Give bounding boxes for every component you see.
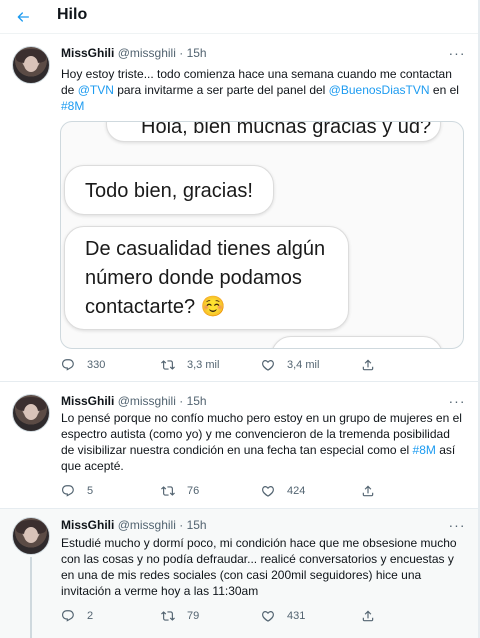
chat-bubble-message: Todo bien, gracias! [64,165,274,215]
retweet-count: 76 [187,485,200,497]
user-handle[interactable]: @missghili [118,518,176,532]
tweet-header: MissGhili @missghili · 15h [61,518,207,532]
reply-button[interactable]: 5 [61,484,93,498]
tweet-text-part: en el [429,83,459,97]
share-button[interactable] [361,484,375,498]
chat-bubble-partial [271,336,443,348]
avatar-face [24,404,38,420]
chat-bubble-text: Hola, bien muchas gracias y ud? [141,121,432,138]
share-icon [362,610,374,622]
tweet-text-part: Estudié mucho y dormí poco, mi condición… [61,536,457,598]
mention-link[interactable]: @TVN [78,83,114,97]
top-bar: Hilo [0,0,478,34]
retweet-icon [161,360,175,370]
like-button[interactable]: 3,4 mil [261,358,319,372]
reply-count: 330 [87,359,106,371]
like-count: 3,4 mil [287,359,320,371]
back-button[interactable] [12,6,34,28]
like-count: 424 [287,485,306,497]
avatar[interactable] [12,517,50,555]
hashtag-link[interactable]: #8M [413,443,436,457]
timestamp[interactable]: 15h [187,46,207,60]
page-title: Hilo [57,6,88,23]
chat-bubble-reply: Hola, bien muchas gracias y ud? [106,121,441,142]
reply-count: 5 [87,485,94,497]
retweet-count: 3,3 mil [187,359,220,371]
user-handle[interactable]: @missghili [118,394,176,408]
share-icon [362,359,374,371]
tweet-actions: 330 3,3 mil 3,4 mil [61,358,441,376]
tweet-text: Lo pensé porque no confío mucho pero est… [61,410,466,474]
display-name[interactable]: MissGhili [61,46,114,60]
like-count: 431 [287,610,306,622]
avatar-face [24,527,38,543]
tweet-actions: 5 76 424 [61,484,441,502]
more-options-icon[interactable]: ··· [448,394,466,410]
tweet-header: MissGhili @missghili · 15h [61,394,207,408]
reply-icon [62,359,74,371]
share-button[interactable] [361,358,375,372]
heart-icon [262,611,274,622]
hashtag-link[interactable]: #8M [61,99,84,113]
tweet-text-part: para invitarme a ser parte del panel del [113,83,329,97]
reply-button[interactable]: 2 [61,609,93,623]
tweet-text: Estudié mucho y dormí poco, mi condición… [61,535,466,599]
like-button[interactable]: 424 [261,484,305,498]
separator-dot: · [179,46,184,60]
tweet-media-image[interactable]: Hola, bien muchas gracias y ud? Todo bie… [60,121,464,349]
avatar[interactable] [12,394,50,432]
retweet-icon [161,611,175,621]
chat-bubble-line: De casualidad tienes algún [85,238,326,260]
tweet-text-part: Lo pensé porque no confío mucho pero est… [61,411,462,457]
chat-bubble-question: De casualidad tienes algún número donde … [64,226,349,330]
share-icon [362,485,374,497]
chat-bubble-line: contactarte? ☺️ [85,296,226,318]
like-button[interactable]: 431 [261,609,305,623]
chat-bubble-text: Todo bien, gracias! [85,180,253,202]
separator-dot: · [179,518,184,532]
tweet-text: Hoy estoy triste... todo comienza hace u… [61,66,466,114]
timestamp[interactable]: 15h [187,518,207,532]
retweet-button[interactable]: 3,3 mil [161,358,219,372]
display-name[interactable]: MissGhili [61,394,114,408]
tweet[interactable]: MissGhili @missghili · 15h ··· Hoy estoy… [0,34,478,382]
thread-connector [30,557,32,638]
user-handle[interactable]: @missghili [118,46,176,60]
mention-link[interactable]: @BuenosDiasTVN [329,83,430,97]
heart-icon [262,360,274,371]
arrow-left-icon [17,12,29,22]
reply-button[interactable]: 330 [61,358,105,372]
retweet-count: 79 [187,610,200,622]
retweet-icon [161,486,175,496]
tweet[interactable]: MissGhili @missghili · 15h ··· Estudié m… [0,509,478,638]
retweet-button[interactable]: 79 [161,609,199,623]
tweet[interactable]: MissGhili @missghili · 15h ··· Lo pensé … [0,382,478,509]
separator-dot: · [179,394,184,408]
tweet-actions: 2 79 431 [61,609,441,627]
reply-count: 2 [87,610,94,622]
share-button[interactable] [361,609,375,623]
more-options-icon[interactable]: ··· [448,46,466,62]
reply-icon [62,485,74,497]
chat-bubble-line: número donde podamos [85,267,302,289]
heart-icon [262,486,274,497]
tweet-header: MissGhili @missghili · 15h [61,46,207,60]
avatar-face [24,56,38,72]
avatar[interactable] [12,46,50,84]
display-name[interactable]: MissGhili [61,518,114,532]
retweet-button[interactable]: 76 [161,484,199,498]
more-options-icon[interactable]: ··· [448,518,466,534]
reply-icon [62,610,74,622]
timestamp[interactable]: 15h [187,394,207,408]
